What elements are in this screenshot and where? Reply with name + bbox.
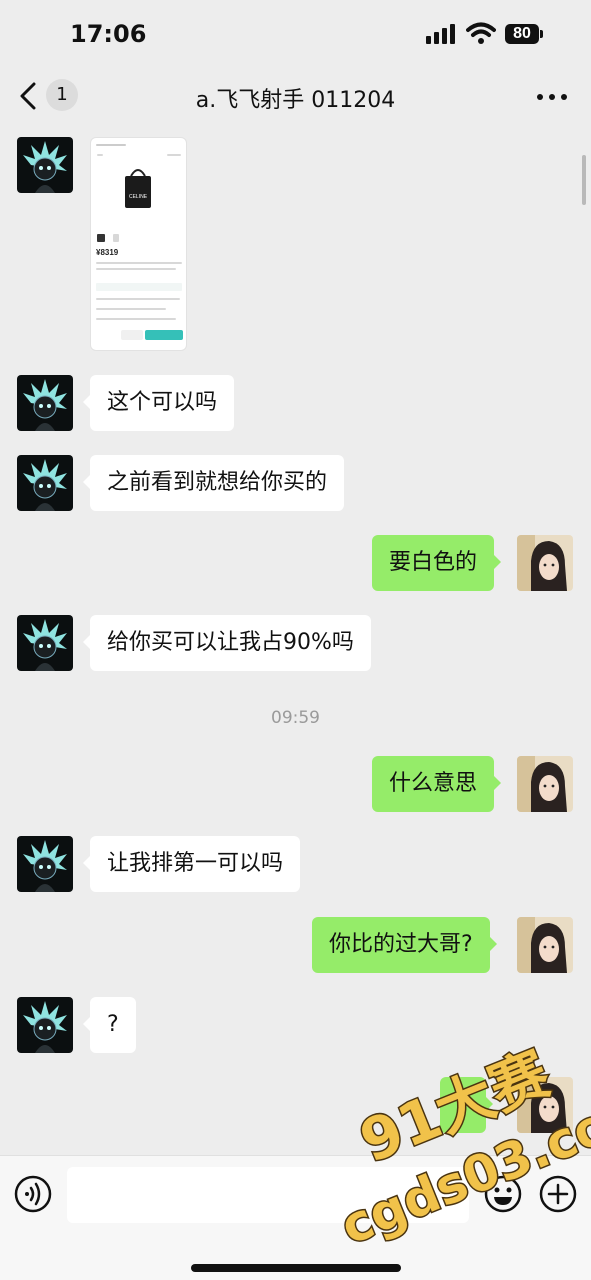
battery-indicator: 80: [505, 24, 539, 44]
home-indicator: [191, 1264, 401, 1272]
contact-avatar[interactable]: [17, 836, 73, 892]
battery-tip: [540, 30, 543, 38]
product-screenshot-message[interactable]: CELINE ¥8319: [90, 137, 187, 351]
message-bubble-incoming[interactable]: 之前看到就想给你买的: [82, 455, 345, 511]
bag-image: [125, 169, 151, 208]
unread-count-badge[interactable]: 1: [46, 79, 78, 111]
plus-icon[interactable]: [538, 1174, 578, 1214]
contact-avatar[interactable]: [17, 455, 73, 511]
card-buy-button: [145, 330, 183, 340]
user-avatar[interactable]: [517, 756, 573, 812]
message-bubble-incoming[interactable]: 让我排第一可以吗: [82, 836, 301, 892]
contact-avatar[interactable]: [17, 997, 73, 1053]
product-price: ¥8319: [96, 248, 119, 257]
bag-brand: CELINE: [128, 194, 148, 200]
card-button: [121, 330, 143, 340]
contact-avatar[interactable]: [17, 137, 73, 193]
message-bubble-outgoing[interactable]: 要白色的: [372, 535, 502, 591]
contact-avatar[interactable]: [17, 615, 73, 671]
chat-header: 1 a.飞飞射手 011204: [0, 62, 591, 128]
chat-title: a.飞飞射手 011204: [195, 88, 396, 113]
contact-avatar[interactable]: [17, 375, 73, 431]
user-avatar[interactable]: [517, 535, 573, 591]
user-avatar[interactable]: [517, 1077, 573, 1133]
voice-icon[interactable]: [13, 1174, 53, 1214]
message-timestamp: 09:59: [271, 708, 320, 728]
status-bar: 17:06 80: [0, 0, 591, 62]
status-time: 17:06: [70, 20, 147, 48]
back-chevron-icon[interactable]: [18, 82, 38, 110]
scrollbar[interactable]: [582, 155, 586, 205]
user-avatar[interactable]: [517, 917, 573, 973]
message-bubble-outgoing[interactable]: ?: [440, 1077, 493, 1133]
message-bubble-incoming[interactable]: ?: [83, 997, 136, 1053]
message-bubble-outgoing[interactable]: 什么意思: [372, 756, 502, 812]
signal-icon: [426, 24, 458, 46]
wifi-icon: [466, 22, 496, 44]
emoji-icon[interactable]: [483, 1174, 523, 1214]
message-bubble-outgoing[interactable]: 你比的过大哥?: [312, 917, 497, 973]
message-input[interactable]: [67, 1167, 469, 1223]
message-bubble-incoming[interactable]: 这个可以吗: [82, 375, 235, 431]
message-bubble-incoming[interactable]: 给你买可以让我占90%吗: [83, 615, 371, 671]
more-icon[interactable]: [537, 94, 567, 100]
chat-input-bar: [0, 1155, 591, 1280]
